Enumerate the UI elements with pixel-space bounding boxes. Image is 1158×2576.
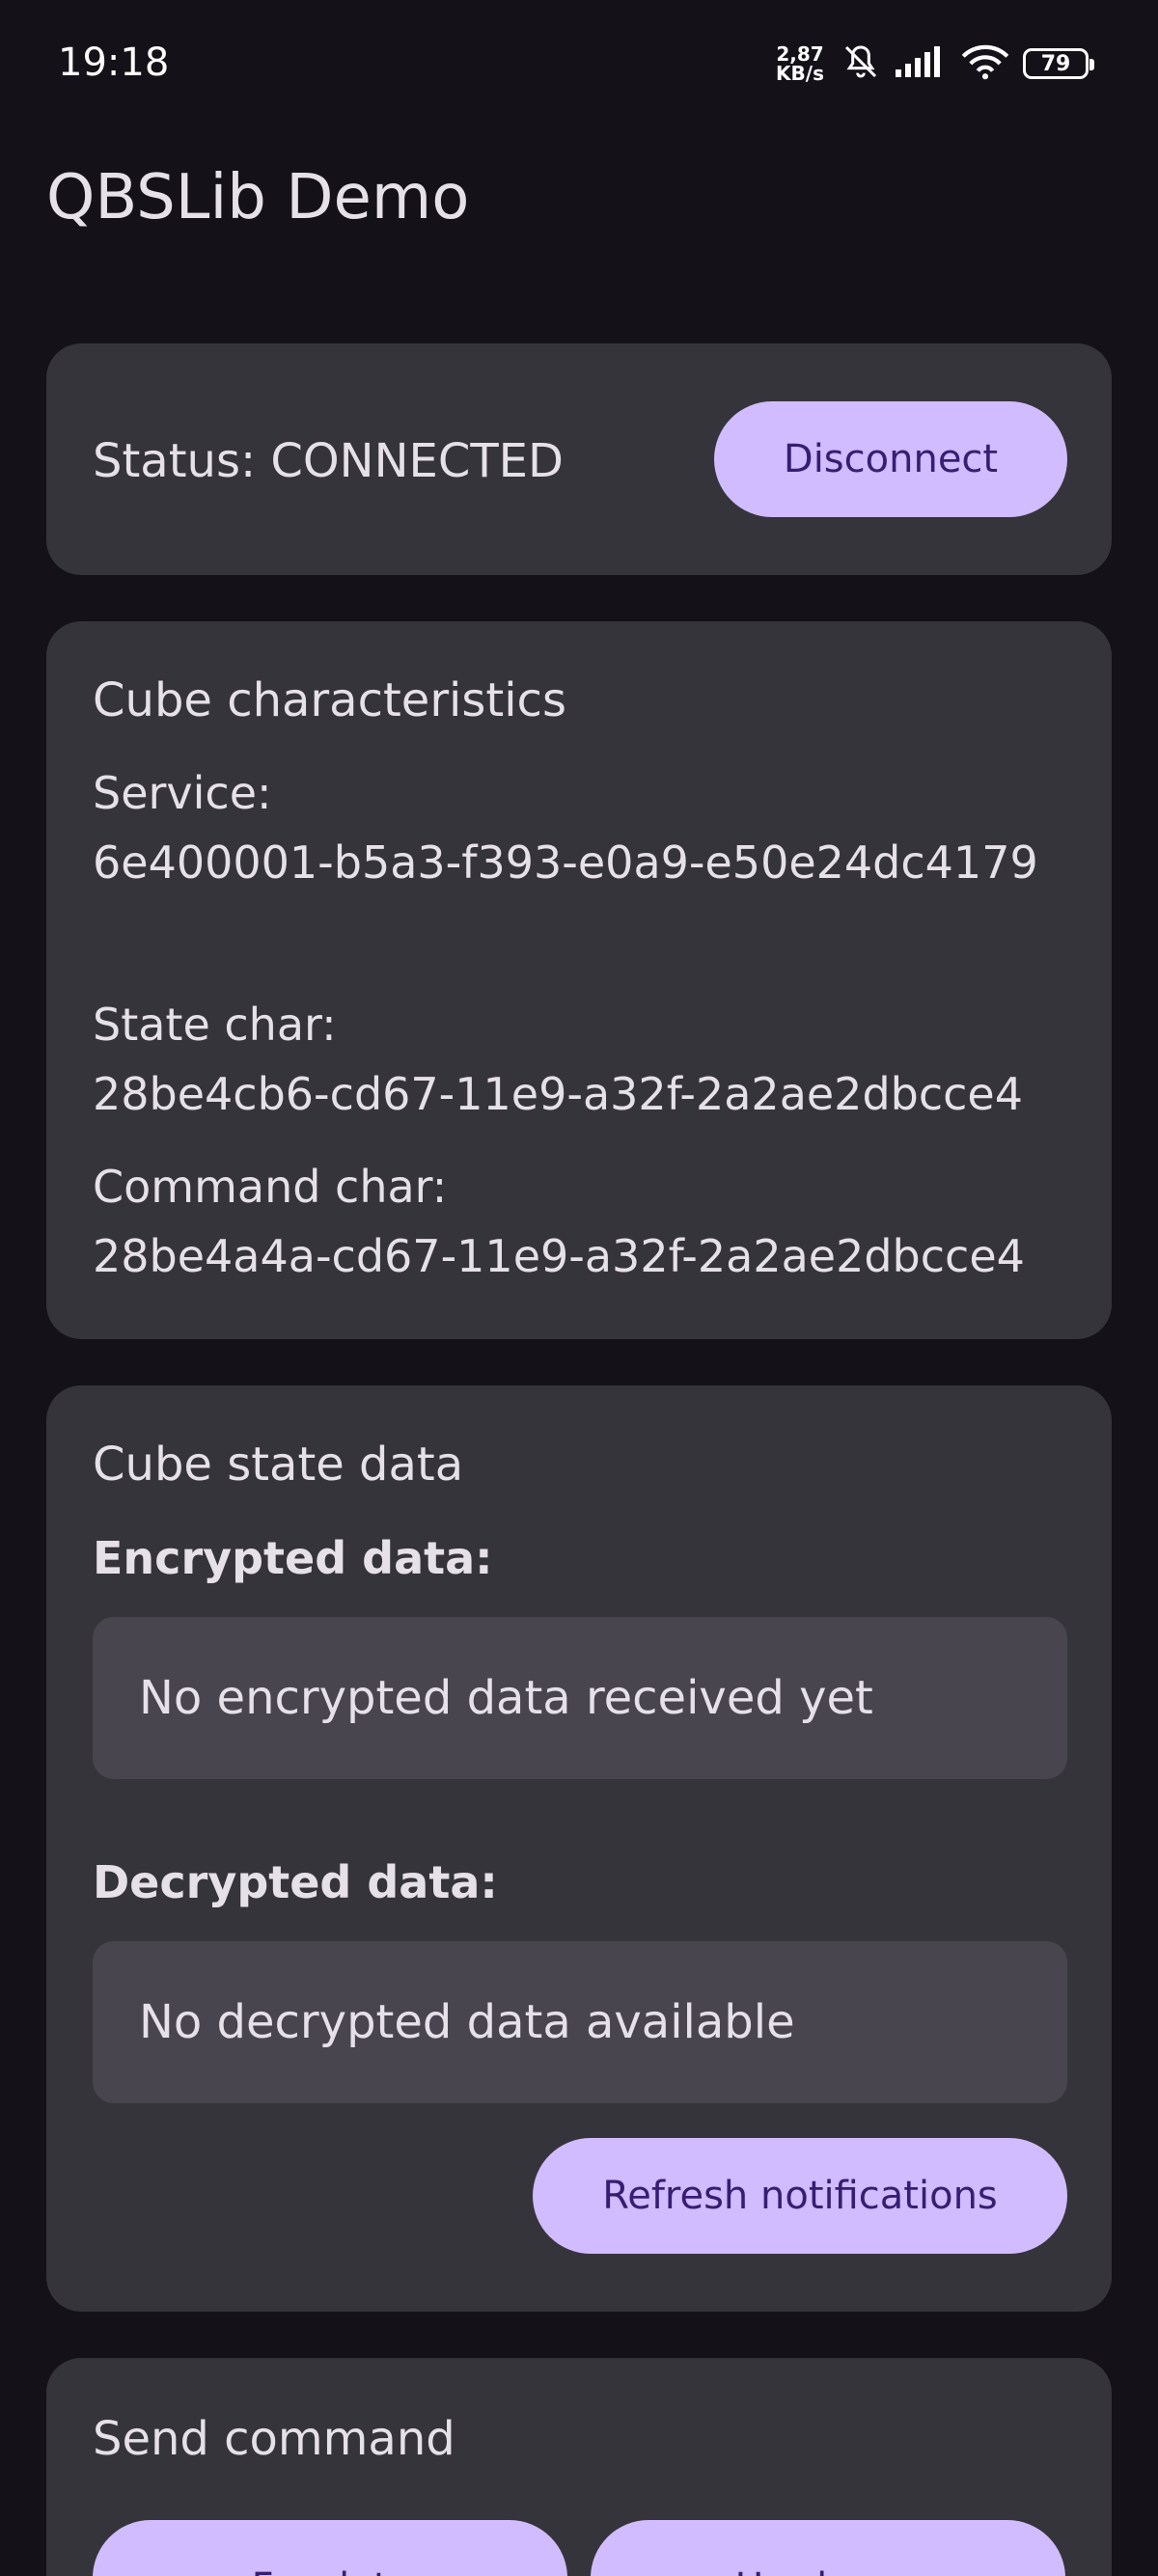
encrypted-data-value: No encrypted data received yet: [139, 1671, 873, 1725]
command-char-info: Command char: 28be4a4a-cd67-11e9-a32f-2a…: [93, 1152, 1067, 1291]
service-info: Service: 6e400001-b5a3-f393-e0a9-e50e24d…: [93, 758, 1067, 897]
status-time: 19:18: [58, 41, 170, 85]
network-speed-value: 2,87: [776, 42, 824, 66]
decrypted-label: Decrypted data:: [93, 1856, 498, 1908]
service-label: Service:: [93, 767, 272, 819]
disconnect-button[interactable]: Disconnect: [714, 401, 1067, 517]
facelets-button[interactable]: Facelets: [93, 2520, 567, 2576]
send-command-card: Send command Facelets Hardware: [46, 2358, 1112, 2576]
refresh-notifications-button[interactable]: Refresh notifications: [533, 2138, 1067, 2254]
characteristics-title: Cube characteristics: [93, 673, 566, 727]
state-char-uuid: 28be4cb6-cd67-11e9-a32f-2a2ae2dbcce4: [93, 1068, 1024, 1120]
state-data-title: Cube state data: [93, 1438, 464, 1492]
command-char-uuid: 28be4a4a-cd67-11e9-a32f-2a2ae2dbcce4: [93, 1230, 1025, 1282]
send-command-title: Send command: [93, 2412, 455, 2466]
wifi-icon: [961, 43, 1009, 84]
state-char-label: State char:: [93, 999, 337, 1051]
status-icons: 2,87 KB/s 79: [776, 42, 1094, 85]
battery-level: 79: [1040, 51, 1071, 76]
app-screen: 19:18 2,87 KB/s 79 QBSLib Demo Status: C…: [0, 0, 1158, 2576]
decrypted-data-value: No decrypted data available: [139, 1995, 795, 2049]
app-title: QBSLib Demo: [46, 162, 470, 233]
battery-icon: 79: [1023, 48, 1094, 79]
bell-off-icon: [841, 42, 880, 85]
signal-icon: [894, 44, 948, 83]
status-card: Status: CONNECTED Disconnect: [46, 343, 1112, 575]
service-uuid: 6e400001-b5a3-f393-e0a9-e50e24dc4179: [93, 836, 1038, 889]
state-char-info: State char: 28be4cb6-cd67-11e9-a32f-2a2a…: [93, 990, 1067, 1129]
characteristics-card: Cube characteristics Service: 6e400001-b…: [46, 621, 1112, 1339]
network-speed: 2,87 KB/s: [776, 44, 824, 83]
encrypted-data-field: No encrypted data received yet: [93, 1617, 1067, 1779]
status-bar: 19:18 2,87 KB/s 79: [0, 0, 1158, 140]
connection-status: Status: CONNECTED: [93, 434, 564, 488]
command-char-label: Command char:: [93, 1161, 448, 1213]
encrypted-label: Encrypted data:: [93, 1532, 493, 1584]
hardware-button[interactable]: Hardware: [591, 2520, 1065, 2576]
state-data-card: Cube state data Encrypted data: No encry…: [46, 1385, 1112, 2312]
network-speed-unit: KB/s: [776, 62, 824, 85]
decrypted-data-field: No decrypted data available: [93, 1941, 1067, 2103]
